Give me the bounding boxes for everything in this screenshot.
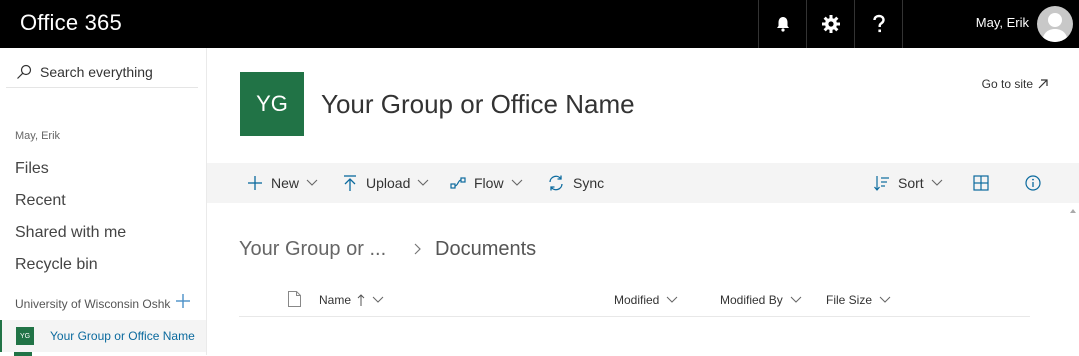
sort-label: Sort — [898, 175, 924, 191]
chevron-down-icon — [879, 296, 891, 303]
sync-label: Sync — [573, 175, 605, 191]
breadcrumb-root[interactable]: Your Group or ... — [239, 238, 386, 261]
user-name[interactable]: May, Erik — [976, 15, 1029, 30]
site-header: YG Your Group or Office Name Go to site — [207, 48, 1079, 163]
sync-icon — [549, 175, 563, 191]
chevron-down-icon — [667, 296, 678, 303]
search-icon — [17, 64, 32, 79]
upload-label: Upload — [366, 175, 411, 191]
chevron-down-icon — [306, 179, 318, 186]
upload-button[interactable]: Upload — [342, 163, 429, 203]
column-header-name[interactable]: Name — [319, 293, 384, 307]
document-library: Your Group or ... Documents Name Modifie… — [207, 203, 1067, 355]
nav-item-selected-group[interactable]: YG Your Group or Office Name — [0, 320, 206, 352]
column-modified-by-label: Modified By — [720, 293, 783, 307]
nav-item-shared[interactable]: Shared with me — [15, 224, 126, 242]
help-button[interactable] — [854, 0, 902, 48]
chevron-down-icon — [931, 179, 943, 186]
column-header-file-size[interactable]: File Size — [826, 293, 891, 307]
column-header-modified-by[interactable]: Modified By — [720, 293, 802, 307]
next-group-tile-icon — [14, 352, 32, 356]
search-box[interactable]: Search everything — [6, 56, 198, 88]
nav-item-recycle-bin[interactable]: Recycle bin — [15, 256, 98, 274]
breadcrumb-current: Documents — [435, 238, 537, 260]
avatar[interactable] — [1037, 6, 1073, 42]
chevron-down-icon — [790, 296, 802, 303]
suite-bar: Office 365 May, Erik — [0, 0, 1079, 48]
list-header: Name Modified Modified By File Size — [239, 287, 1030, 317]
chevron-down-icon — [417, 179, 429, 186]
nav-item-files[interactable]: Files — [15, 160, 49, 178]
go-to-site-label: Go to site — [981, 77, 1033, 91]
column-modified-label: Modified — [614, 293, 660, 307]
selected-group-label: Your Group or Office Name — [50, 329, 195, 343]
external-arrow-icon — [1038, 79, 1048, 89]
app-title[interactable]: Office 365 — [20, 10, 122, 36]
sort-button[interactable]: Sort — [874, 163, 943, 203]
site-title[interactable]: Your Group or Office Name — [321, 89, 635, 120]
sync-button[interactable]: Sync — [547, 163, 604, 203]
person-icon — [1042, 13, 1068, 42]
scroll-up-icon[interactable] — [1070, 209, 1076, 213]
new-label: New — [271, 175, 300, 191]
upload-icon — [344, 175, 356, 191]
chevron-right-icon — [414, 243, 421, 255]
nav-owner-label: May, Erik — [15, 130, 61, 142]
chevron-down-icon — [511, 179, 522, 186]
settings-button[interactable] — [806, 0, 854, 48]
column-name-label: Name — [319, 293, 352, 307]
bell-icon — [776, 17, 789, 32]
group-tile-icon: YG — [16, 327, 34, 345]
nav-group-header: University of Wisconsin Oshk — [15, 297, 171, 311]
column-header-modified[interactable]: Modified — [614, 293, 678, 307]
column-file-size-label: File Size — [826, 293, 873, 307]
plus-icon — [248, 176, 262, 190]
sort-icon — [874, 176, 889, 191]
view-grid-icon[interactable] — [973, 175, 989, 191]
flow-label: Flow — [474, 175, 504, 191]
gear-icon — [821, 15, 840, 33]
site-logo[interactable]: YG — [240, 72, 304, 136]
flow-icon — [450, 177, 466, 189]
question-icon — [872, 14, 885, 33]
notifications-button[interactable] — [758, 0, 806, 48]
new-button[interactable]: New — [247, 163, 318, 203]
left-nav: Search everything May, Erik Files Recent… — [0, 48, 207, 356]
file-type-icon[interactable] — [288, 291, 301, 307]
info-icon[interactable] — [1025, 175, 1041, 191]
add-group-icon[interactable] — [176, 294, 190, 308]
flow-button[interactable]: Flow — [450, 163, 523, 203]
vertical-scrollbar[interactable] — [1067, 203, 1079, 355]
command-bar: New Upload Flow Sync Sort — [207, 163, 1079, 203]
go-to-site-link[interactable]: Go to site — [982, 77, 1048, 91]
sort-ascending-icon — [357, 294, 365, 306]
search-input[interactable]: Search everything — [40, 64, 153, 80]
chevron-down-icon — [372, 296, 384, 303]
nav-item-recent[interactable]: Recent — [15, 192, 66, 210]
